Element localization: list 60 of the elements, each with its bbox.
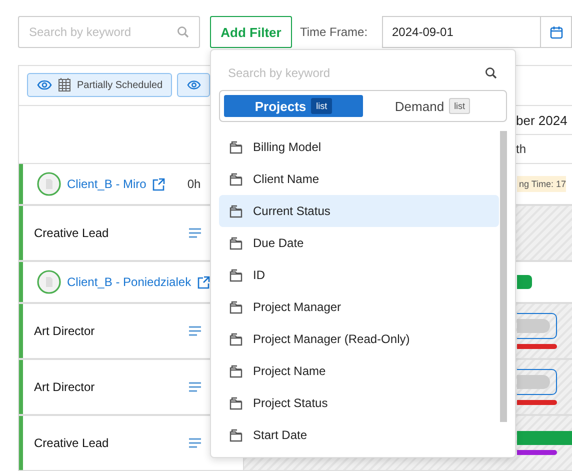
external-link-icon[interactable] — [197, 276, 210, 288]
request-bar[interactable] — [517, 313, 557, 339]
field-option[interactable]: Start Date — [219, 419, 499, 451]
folder-icon — [229, 428, 243, 442]
list-icon[interactable] — [189, 228, 201, 238]
date-field[interactable]: 2024-09-01 — [382, 16, 540, 48]
search-input[interactable]: Search by keyword — [27, 24, 177, 40]
day-label: th — [516, 142, 526, 156]
scrollbar[interactable] — [500, 131, 507, 422]
source-tab[interactable]: Projects list — [224, 95, 363, 117]
field-option[interactable]: Client Name — [219, 163, 499, 195]
project-link[interactable]: Client_B - Miro — [67, 177, 146, 191]
field-option[interactable]: ID — [219, 259, 499, 291]
folder-icon — [229, 396, 243, 410]
project-avatar-icon — [37, 270, 61, 294]
field-option[interactable]: Project Name — [219, 355, 499, 387]
role-name: Art Director — [34, 324, 96, 338]
status-filter-chip[interactable]: Partially Scheduled — [27, 73, 172, 97]
request-bar[interactable] — [517, 369, 557, 395]
role-name: Creative Lead — [34, 226, 110, 240]
list-icon[interactable] — [189, 438, 201, 448]
allocation-bar[interactable] — [517, 275, 532, 289]
month-label: ber 2024 — [516, 112, 568, 128]
filter-search-field[interactable]: Search by keyword — [226, 65, 485, 81]
time-frame-label: Time Frame: — [300, 25, 369, 39]
field-option[interactable]: Project Status — [219, 387, 499, 419]
list-icon[interactable] — [189, 326, 201, 336]
external-link-icon[interactable] — [152, 178, 166, 190]
folder-icon — [229, 300, 243, 314]
list-tag: list — [449, 98, 470, 114]
eye-icon — [37, 80, 52, 90]
field-option[interactable]: Due Date — [219, 227, 499, 259]
calendar-icon — [550, 26, 562, 38]
field-option[interactable]: Project Manager — [219, 291, 499, 323]
list-icon[interactable] — [189, 382, 201, 392]
list-tag: list — [311, 98, 332, 114]
status-filter-chip[interactable] — [176, 73, 210, 97]
hours-label: 0h — [187, 177, 201, 191]
role-name: Art Director — [34, 380, 96, 394]
calendar-button[interactable] — [540, 16, 572, 48]
search-field[interactable]: Search by keyword — [18, 16, 200, 48]
field-option[interactable]: Billing Model — [219, 131, 499, 163]
folder-icon — [229, 364, 243, 378]
folder-icon — [229, 140, 243, 154]
field-option[interactable]: Project Manager (Read-Only) — [219, 323, 499, 355]
folder-icon — [229, 332, 243, 346]
project-link[interactable]: Client_B - Poniedzialek — [67, 275, 192, 289]
folder-icon — [229, 268, 243, 282]
role-name: Creative Lead — [34, 436, 110, 450]
field-option[interactable]: Current Status — [219, 195, 499, 227]
source-tab[interactable]: Demand list — [363, 95, 502, 117]
remaining-time-badge: ng Time: 17 — [517, 176, 566, 192]
eye-icon — [186, 80, 201, 90]
search-icon — [485, 67, 497, 79]
project-avatar-icon — [37, 172, 61, 196]
calendar-grid-icon — [58, 78, 71, 92]
search-icon — [177, 26, 189, 38]
folder-icon — [229, 236, 243, 250]
folder-icon — [229, 204, 243, 218]
folder-icon — [229, 172, 243, 186]
